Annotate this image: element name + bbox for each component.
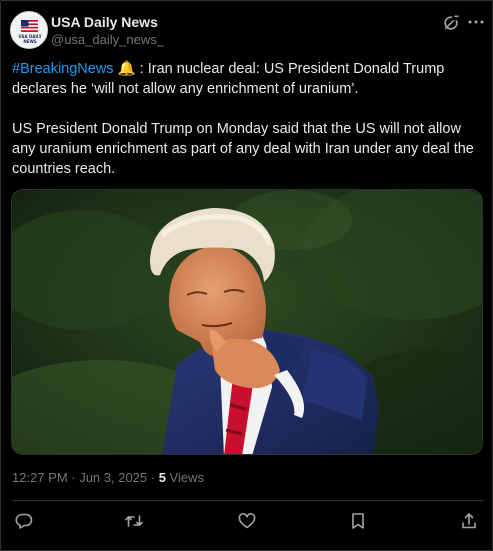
us-flag-icon	[21, 20, 38, 32]
divider	[12, 500, 484, 501]
author-display-name[interactable]: USA Daily News	[51, 13, 164, 31]
tweet-meta: 12:27 PM · Jun 3, 2025 · 5 Views	[12, 470, 204, 486]
tweet-headline-paragraph: #BreakingNews 🔔 : Iran nuclear deal: US …	[12, 59, 484, 99]
photo-illustration	[12, 190, 482, 454]
views-count: 5	[158, 470, 166, 485]
avatar[interactable]: USA DAILY NEWS	[10, 11, 48, 49]
author-handle[interactable]: @usa_daily_news_	[51, 31, 164, 48]
share-icon[interactable]	[459, 511, 479, 531]
reply-icon[interactable]	[14, 511, 34, 531]
bookmark-icon[interactable]	[348, 511, 368, 531]
author-names: USA Daily News @usa_daily_news_	[51, 13, 164, 48]
tweet-header: USA DAILY NEWS USA Daily News @usa_daily…	[10, 11, 485, 51]
hashtag-link[interactable]: #BreakingNews	[12, 61, 114, 77]
grok-icon[interactable]	[442, 14, 460, 32]
tweet-timestamp[interactable]: 12:27 PM · Jun 3, 2025 ·	[12, 470, 159, 485]
more-icon[interactable]	[466, 13, 486, 33]
avatar-text: USA DAILY NEWS	[18, 34, 42, 44]
tweet-card: USA DAILY NEWS USA Daily News @usa_daily…	[0, 0, 493, 551]
repost-icon[interactable]	[124, 511, 144, 531]
tweet-body: US President Donald Trump on Monday said…	[12, 121, 474, 177]
action-bar	[12, 509, 484, 533]
tweet-text: #BreakingNews 🔔 : Iran nuclear deal: US …	[12, 59, 484, 199]
like-icon[interactable]	[237, 511, 257, 531]
bell-emoji: 🔔	[117, 61, 136, 77]
views-label: Views	[165, 470, 204, 485]
tweet-photo[interactable]	[11, 189, 483, 455]
